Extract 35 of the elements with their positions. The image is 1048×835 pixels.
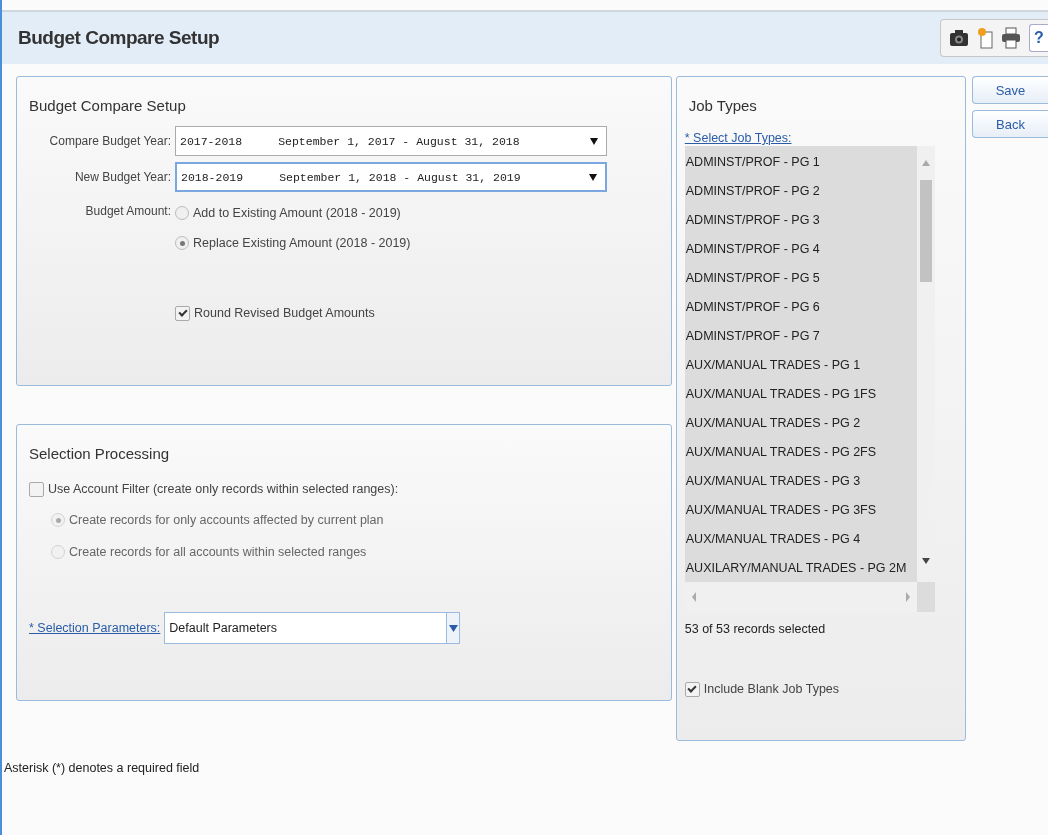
- help-button[interactable]: ?: [1029, 24, 1048, 52]
- camera-icon[interactable]: [949, 29, 969, 47]
- caret-icon: [589, 173, 597, 181]
- checkbox[interactable]: [684, 681, 700, 697]
- field-label: Compare Budget Year:: [48, 134, 172, 148]
- radio-button[interactable]: [175, 236, 189, 250]
- panel-title: Budget Compare Setup: [29, 97, 187, 114]
- selection-parameters-link[interactable]: * Selection Parameters:: [29, 621, 161, 635]
- option-label: Add to Existing Amount (2018 - 2019): [193, 206, 401, 220]
- panel-title: Selection Processing: [29, 445, 171, 462]
- checkbox-label: Include Blank Job Types: [703, 682, 840, 696]
- year-select[interactable]: 2017-2018 September 1, 2017 - August 31, 2018: [175, 126, 607, 156]
- action-button[interactable]: Back: [972, 110, 1048, 138]
- page-title: Budget Compare Setup: [18, 27, 220, 49]
- checkbox-label: Use Account Filter (create only records within selected ranges):: [48, 482, 399, 496]
- print-icon[interactable]: [1001, 27, 1021, 49]
- caret-icon: [448, 624, 458, 632]
- parameters-select[interactable]: Default Parameters: [164, 612, 461, 644]
- checkbox-label: Round Revised Budget Amounts: [194, 306, 375, 320]
- option-label: Replace Existing Amount (2018 - 2019): [193, 236, 411, 250]
- field-label: Budget Amount:: [84, 204, 172, 218]
- year-select[interactable]: 2018-2019 September 1, 2018 - August 31, 2019: [175, 162, 607, 192]
- footer-note: Asterisk (*) denotes a required field: [4, 761, 201, 775]
- option-label: Create records for all accounts within selected ranges: [69, 545, 367, 559]
- checkbox[interactable]: [29, 481, 44, 497]
- select-job-types-link[interactable]: * Select Job Types:: [684, 131, 792, 145]
- field-label: New Budget Year:: [73, 170, 172, 184]
- radio-button[interactable]: [175, 206, 189, 220]
- note-icon[interactable]: [977, 27, 993, 49]
- action-button[interactable]: Save: [972, 76, 1048, 104]
- records-count: 53 of 53 records selected: [684, 622, 827, 636]
- option-label: Create records for only accounts affected by current plan: [69, 513, 384, 527]
- checkbox[interactable]: [175, 305, 190, 321]
- caret-icon: [590, 137, 598, 145]
- panel-title: Job Types: [688, 97, 758, 114]
